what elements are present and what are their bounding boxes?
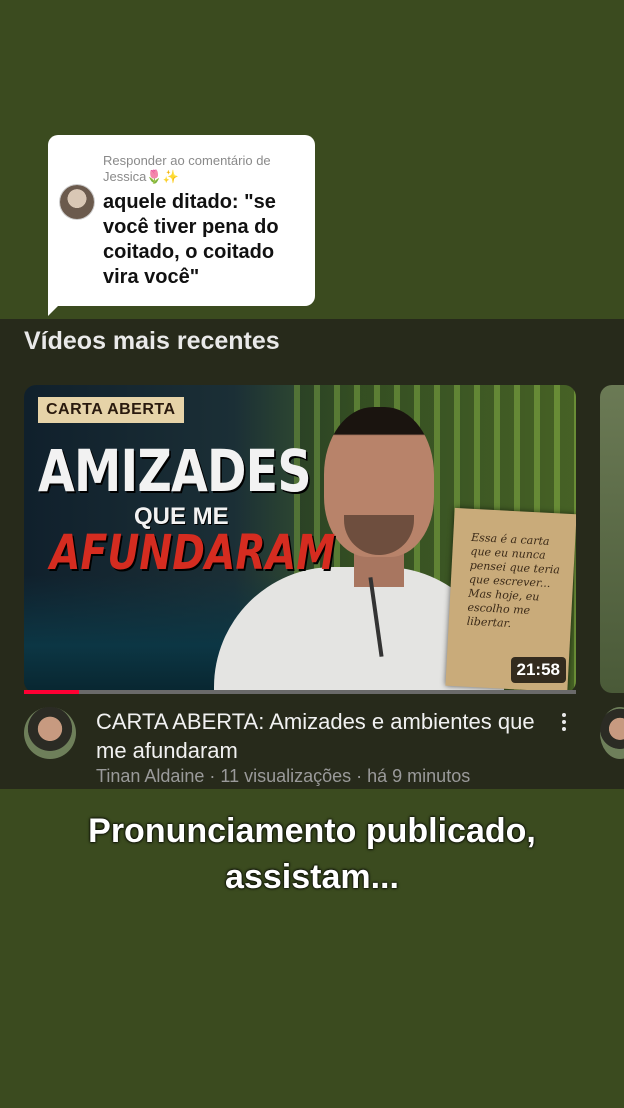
watch-progress-fill — [24, 690, 80, 694]
section-title: Vídeos mais recentes — [24, 327, 280, 355]
channel-avatar[interactable] — [24, 707, 76, 759]
thumbnail-title-line-1: AMIZADES — [38, 437, 312, 505]
youtube-screenshot-panel: Vídeos mais recentes CARTA ABERTA AMIZAD… — [0, 319, 624, 789]
reply-comment-bubble[interactable]: Responder ao comentário de Jessica🌷✨ aqu… — [48, 135, 315, 306]
video-thumbnail[interactable]: CARTA ABERTA AMIZADES QUE ME AFUNDARAM E… — [24, 385, 576, 693]
thumbnail-badge: CARTA ABERTA — [38, 397, 184, 423]
watch-progress-bar — [24, 690, 576, 694]
next-channel-avatar[interactable] — [600, 707, 624, 759]
reply-bubble-tail — [48, 296, 68, 316]
thumbnail-title-line-3: AFUNDARAM — [50, 525, 336, 581]
reply-comment-text: aquele ditado: "se você tiver pena do co… — [103, 191, 279, 288]
reply-header: Responder ao comentário de Jessica🌷✨ — [103, 153, 271, 184]
video-meta: Tinan Aldaine · 11 visualizações · há 9 … — [96, 766, 471, 786]
thumbnail-letter-text: Essa é a carta que eu nunca pensei que t… — [466, 530, 561, 631]
kebab-dot — [562, 727, 566, 731]
video-title[interactable]: CARTA ABERTA: Amizades e ambientes que m… — [96, 707, 536, 765]
kebab-dot — [562, 720, 566, 724]
video-duration-badge: 21:58 — [510, 657, 566, 683]
commenter-avatar — [60, 185, 94, 219]
kebab-dot — [562, 713, 566, 717]
overlay-caption: Pronunciamento publicado, assistam... — [88, 812, 536, 896]
next-video-thumbnail[interactable] — [600, 385, 624, 693]
kebab-vertical-icon[interactable] — [554, 708, 574, 736]
